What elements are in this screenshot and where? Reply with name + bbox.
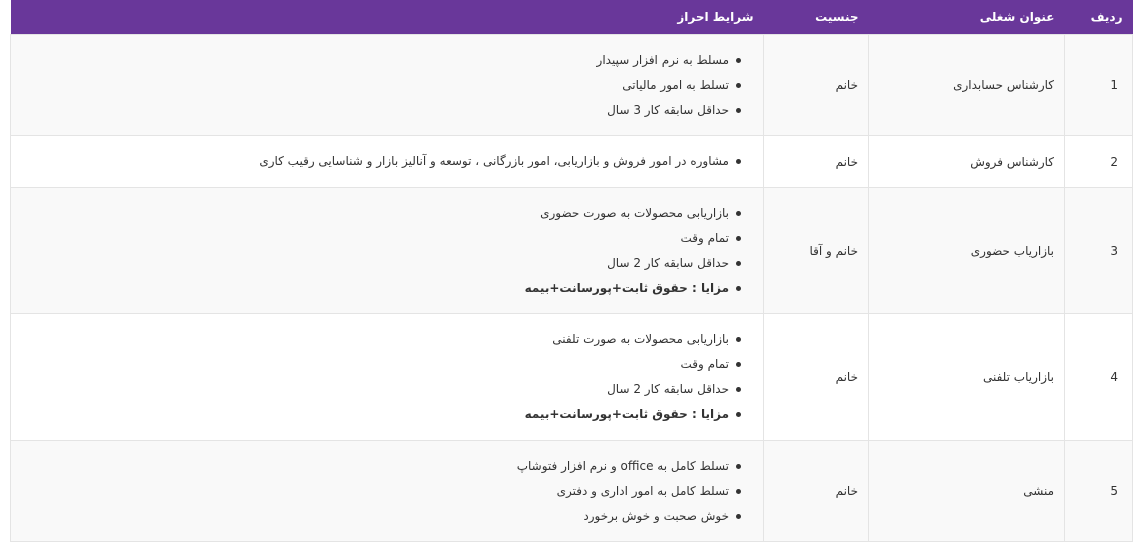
requirements-cell: بازاریابی محصولات به صورت حضوری تمام وقت… (10, 187, 764, 314)
job-title: بازاریاب حضوری (868, 187, 1065, 314)
list-item: حداقل سابقه کار 2 سال (21, 251, 741, 276)
requirements-cell: مشاوره در امور فروش و بازاریابی، امور با… (10, 135, 764, 188)
requirements-list: بازاریابی محصولات به صورت تلفنی تمام وقت… (21, 327, 753, 427)
requirements-list: تسلط کامل به office و نرم افزار فتوشاپ ت… (21, 454, 753, 529)
requirements-cell: تسلط کامل به office و نرم افزار فتوشاپ ت… (10, 440, 764, 542)
table-row: 2 کارشناس فروش خانم مشاوره در امور فروش … (10, 135, 1133, 188)
table-header-row: ردیف عنوان شغلی جنسیت شرایط احراز (10, 0, 1133, 35)
list-item-benefits: مزایا : حقوق ثابت+پورسانت+بیمه (21, 276, 741, 301)
jobs-table: ردیف عنوان شغلی جنسیت شرایط احراز 1 کارش… (10, 0, 1133, 542)
list-item: بازاریابی محصولات به صورت حضوری (21, 201, 741, 226)
row-number: 4 (1064, 313, 1133, 441)
list-item: بازاریابی محصولات به صورت تلفنی (21, 327, 741, 352)
job-title: منشی (868, 440, 1065, 542)
row-number: 1 (1064, 34, 1133, 136)
table-row: 4 بازاریاب تلفنی خانم بازاریابی محصولات … (10, 313, 1133, 441)
list-item: حداقل سابقه کار 3 سال (21, 98, 741, 123)
list-item-benefits: مزایا : حقوق ثابت+پورسانت+بیمه (21, 402, 741, 427)
list-item: تسلط کامل به امور اداری و دفتری (21, 479, 741, 504)
header-gender: جنسیت (763, 0, 869, 35)
list-item: حداقل سابقه کار 2 سال (21, 377, 741, 402)
job-title: بازاریاب تلفنی (868, 313, 1065, 441)
table-row: 5 منشی خانم تسلط کامل به office و نرم اف… (10, 440, 1133, 542)
requirements-list: مسلط به نرم افزار سپیدار تسلط به امور ما… (21, 48, 753, 123)
header-job-title: عنوان شغلی (868, 0, 1065, 35)
list-item: تمام وقت (21, 226, 741, 251)
row-number: 5 (1064, 440, 1133, 542)
gender: خانم (763, 34, 869, 136)
gender: خانم (763, 440, 869, 542)
list-item: تسلط به امور مالیاتی (21, 73, 741, 98)
list-item: خوش صحبت و خوش برخورد (21, 504, 741, 529)
header-requirements: شرایط احراز (10, 0, 764, 35)
list-item: مشاوره در امور فروش و بازاریابی، امور با… (21, 149, 741, 174)
header-row-number: ردیف (1064, 0, 1133, 35)
job-title: کارشناس فروش (868, 135, 1065, 188)
requirements-list: بازاریابی محصولات به صورت حضوری تمام وقت… (21, 201, 753, 301)
table-row: 1 کارشناس حسابداری خانم مسلط به نرم افزا… (10, 34, 1133, 136)
list-item: تسلط کامل به office و نرم افزار فتوشاپ (21, 454, 741, 479)
gender: خانم (763, 313, 869, 441)
requirements-cell: بازاریابی محصولات به صورت تلفنی تمام وقت… (10, 313, 764, 441)
list-item: تمام وقت (21, 352, 741, 377)
requirements-list: مشاوره در امور فروش و بازاریابی، امور با… (21, 149, 753, 174)
job-title: کارشناس حسابداری (868, 34, 1065, 136)
table-row: 3 بازاریاب حضوری خانم و آقا بازاریابی مح… (10, 187, 1133, 314)
list-item: مسلط به نرم افزار سپیدار (21, 48, 741, 73)
gender: خانم و آقا (763, 187, 869, 314)
row-number: 3 (1064, 187, 1133, 314)
requirements-cell: مسلط به نرم افزار سپیدار تسلط به امور ما… (10, 34, 764, 136)
gender: خانم (763, 135, 869, 188)
row-number: 2 (1064, 135, 1133, 188)
